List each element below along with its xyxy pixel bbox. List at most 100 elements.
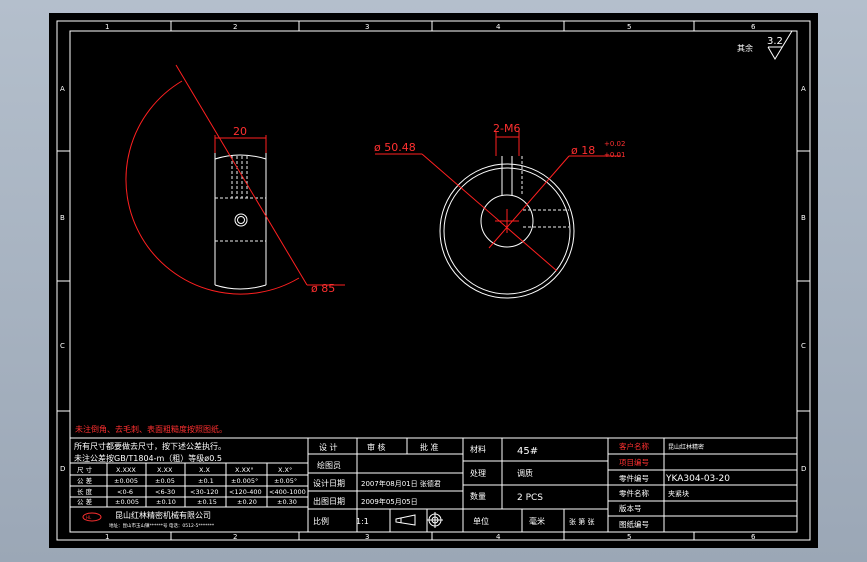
dim-dia-85: ø 85	[311, 282, 335, 295]
zone-letters-left: A B C D	[57, 85, 70, 473]
note-line-1: 所有尺寸都要做去尺寸，按下述公差执行。	[74, 441, 226, 451]
part-name-label: 零件名称	[619, 488, 649, 498]
tol-r3-1: ±0.005	[115, 498, 139, 506]
zone-numbers-top: 1 2 3 4 5 6	[105, 21, 756, 31]
tol-r3-0: 公 差	[77, 497, 93, 506]
zone-letter-right-b: B	[801, 214, 806, 222]
part-no-value: YKA304-03-20	[665, 474, 730, 484]
zone-num-2: 2	[233, 23, 237, 31]
note-line-2: 未注公差按GB/T1804-m（粗）等级ø0.5	[74, 453, 222, 463]
zone-letter-a: A	[60, 85, 65, 93]
dim-tol-lower: +0.01	[604, 151, 625, 159]
tol-h-2: X.XX	[157, 466, 173, 474]
sig-scale-value: 1:1	[356, 517, 369, 526]
sheet-label: 张 第 张	[569, 517, 594, 526]
zone-num-3: 3	[365, 23, 369, 31]
tol-r3-3: ±0.15	[197, 498, 217, 506]
sig-check: 审 核	[367, 442, 386, 452]
tol-r3-2: ±0.10	[156, 498, 176, 506]
zone-num-bottom-6: 6	[751, 533, 756, 541]
zone-letter-d: D	[60, 465, 65, 473]
sig-print-date: 2009年05月05日	[361, 497, 418, 506]
tol-r2-4: <120-400	[229, 488, 262, 496]
zone-letter-right-c: C	[801, 342, 806, 350]
tol-h-0: 尺 寸	[77, 465, 93, 474]
zone-num-bottom-1: 1	[105, 533, 109, 541]
sig-approve: 批 准	[420, 442, 439, 452]
tol-h-5: X.X°	[278, 466, 292, 474]
qty-value: 2 PCS	[517, 493, 543, 503]
tol-r3-4: ±0.20	[237, 498, 257, 506]
qty-label: 数量	[470, 491, 486, 501]
company-name: 昆山红林精密机械有限公司	[115, 510, 211, 520]
tol-h-3: X.X	[199, 466, 211, 474]
zone-num-bottom-2: 2	[233, 533, 237, 541]
company-logo: HL	[82, 512, 102, 522]
drawing-canvas[interactable]: 1 2 3 4 5 6 1 2 3 4 5 6 A B C D A B C D	[49, 13, 818, 548]
sig-drawer: 绘图员	[317, 460, 341, 470]
zone-letters-right: A B C D	[797, 85, 810, 473]
drawing-no-label: 图纸编号	[619, 519, 649, 529]
zone-num-6: 6	[751, 23, 756, 31]
tol-r2-5: <400-1000	[269, 488, 306, 496]
customer-label: 客户名称	[619, 441, 649, 451]
dim-tol-upper: +0.02	[604, 140, 625, 148]
treat-value: 调质	[517, 468, 533, 478]
tol-r1-5: ±0.05°	[274, 477, 297, 485]
treat-label: 处理	[470, 468, 486, 478]
part-no-label: 零件编号	[619, 473, 649, 483]
drawing-svg: 1 2 3 4 5 6 1 2 3 4 5 6 A B C D A B C D	[56, 20, 811, 541]
dim-thread-2m6: 2-M6	[493, 122, 520, 135]
zone-letter-b: B	[60, 214, 65, 222]
customer-value: 昆山红林精密	[668, 443, 704, 451]
tol-r2-2: <6-30	[155, 488, 175, 496]
unit-label: 单位	[473, 516, 489, 526]
tol-r1-3: ±0.1	[198, 477, 214, 485]
projection-symbol-icon	[395, 512, 443, 528]
sig-scale-label: 比例	[313, 516, 329, 526]
tol-r2-3: <30-120	[190, 488, 218, 496]
tol-r2-1: <0-6	[117, 488, 133, 496]
red-note: 未注倒角、去毛刺、表面粗糙度按照图纸。	[75, 424, 227, 434]
tol-h-4: X.XX°	[235, 466, 254, 474]
tol-r3-5: ±0.30	[277, 498, 297, 506]
svg-text:HL: HL	[86, 515, 92, 520]
roughness-symbol: 其余 3.2	[737, 30, 793, 60]
zone-num-1: 1	[105, 23, 109, 31]
sig-print-date-label: 出图日期	[313, 496, 345, 506]
part-name-value: 夹紧块	[668, 489, 689, 498]
tol-r2-0: 长 度	[77, 487, 93, 496]
tol-h-1: X.XXX	[116, 466, 136, 474]
tol-r1-1: ±0.005	[114, 477, 138, 485]
tol-r1-0: 公 差	[77, 476, 93, 485]
zone-num-bottom-4: 4	[496, 533, 501, 541]
zone-num-bottom-5: 5	[627, 533, 631, 541]
company-address: 地址：昆山市玉山镇******号 电话：0512-5*******	[109, 522, 215, 529]
sig-design-date-label: 设计日期	[313, 478, 345, 488]
mat-value: 45#	[517, 446, 538, 457]
sig-design-date: 2007年08月01日 张德君	[361, 479, 441, 488]
sig-design: 设 计	[319, 442, 338, 452]
zone-num-5: 5	[627, 23, 631, 31]
tol-r1-4: ±0.005°	[231, 477, 258, 485]
zone-letter-right-d: D	[801, 465, 806, 473]
project-label: 项目编号	[619, 457, 649, 467]
roughness-value: 3.2	[767, 36, 783, 47]
zone-letter-right-a: A	[801, 85, 806, 93]
tol-r1-2: ±0.05	[155, 477, 175, 485]
unit-value: 毫米	[529, 516, 545, 526]
dia-85-arc	[125, 80, 300, 295]
zone-num-4: 4	[496, 23, 501, 31]
dim-dia-18: ø 18	[571, 144, 595, 157]
cad-viewport[interactable]: 1 2 3 4 5 6 1 2 3 4 5 6 A B C D A B C D	[0, 0, 867, 562]
zone-num-bottom-3: 3	[365, 533, 369, 541]
title-block: 所有尺寸都要做去尺寸，按下述公差执行。 未注公差按GB/T1804-m（粗）等级…	[69, 437, 798, 533]
zone-letter-c: C	[60, 342, 65, 350]
mat-label: 材料	[470, 444, 486, 454]
dim-dia-5048: ø 50.48	[374, 141, 416, 154]
roughness-prefix: 其余	[737, 43, 753, 53]
dim-width-20: 20	[233, 125, 247, 138]
front-view[interactable]: 20 ø 85	[125, 64, 345, 295]
side-view[interactable]: ø 50.48 2-M6 ø 18 +0.02 +0.01	[374, 122, 625, 299]
revision-label: 版本号	[619, 503, 642, 513]
